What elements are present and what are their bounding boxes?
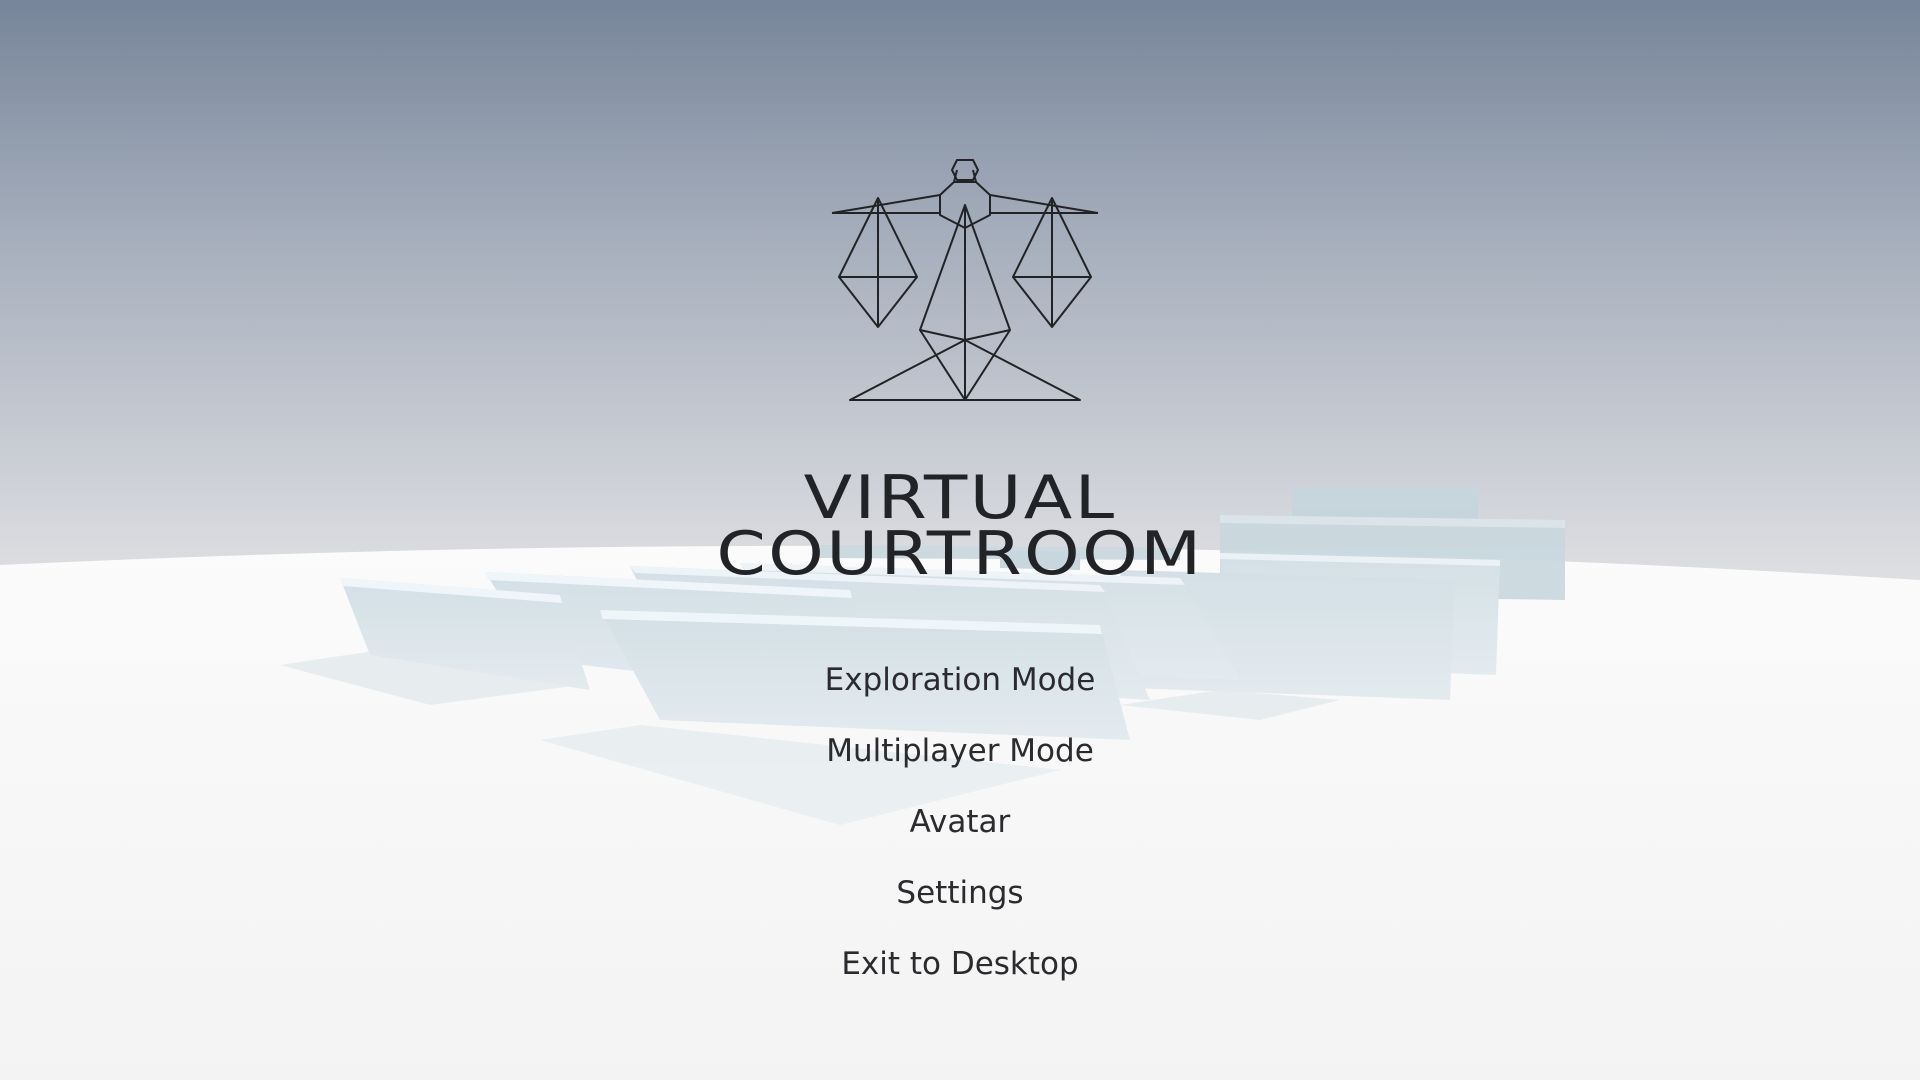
game-title-line-2: COURTROOM — [716, 519, 1204, 590]
game-title-line-1: VIRTUAL — [803, 463, 1117, 534]
settings-button[interactable]: Settings — [660, 865, 1260, 936]
multiplayer-mode-button[interactable]: Multiplayer Mode — [660, 723, 1260, 794]
exit-to-desktop-button[interactable]: Exit to Desktop — [660, 936, 1260, 1007]
game-title: VIRTUAL COURTROOM — [606, 463, 1314, 590]
scales-of-justice-icon — [820, 150, 1110, 420]
exploration-mode-button[interactable]: Exploration Mode — [660, 652, 1260, 723]
main-menu: Exploration Mode Multiplayer Mode Avatar… — [660, 652, 1260, 1007]
avatar-button[interactable]: Avatar — [660, 794, 1260, 865]
